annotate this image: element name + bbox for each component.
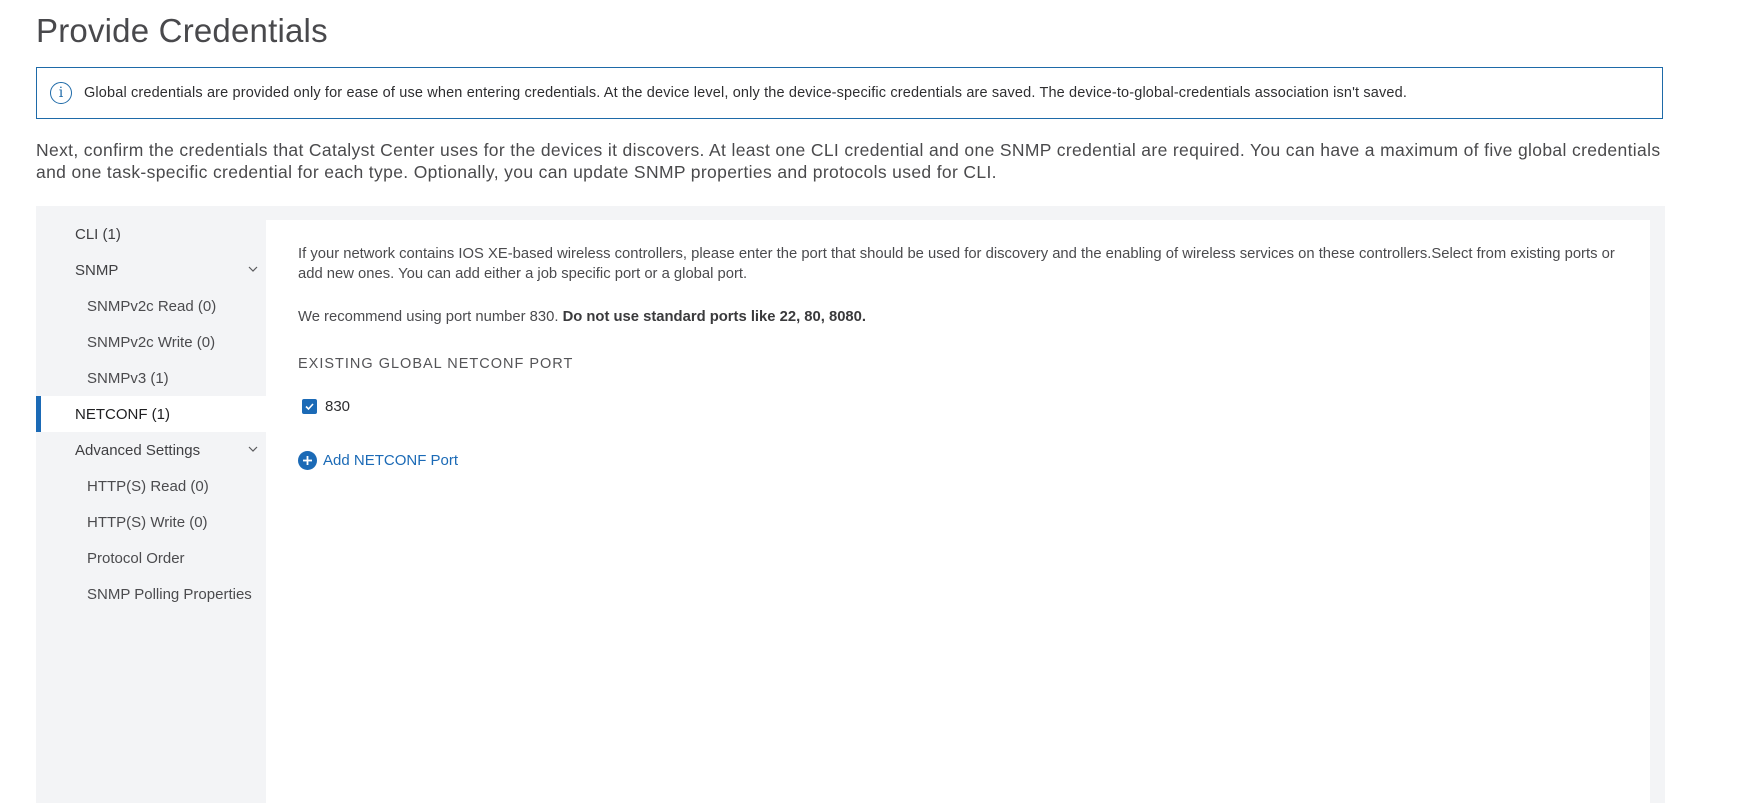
info-banner-text: Global credentials are provided only for… bbox=[84, 85, 1408, 101]
sidebar-item-label: SNMPv2c Read (0) bbox=[87, 297, 217, 315]
sidebar-item-label: Protocol Order bbox=[87, 549, 185, 567]
plus-icon bbox=[303, 456, 312, 465]
info-icon: i bbox=[50, 82, 72, 104]
sidebar-item-netconf[interactable]: NETCONF (1) bbox=[36, 396, 266, 432]
sidebar-nav: CLI (1) SNMP SNMPv2c Read (0) SNMPv2c Wr… bbox=[36, 216, 266, 612]
sidebar-item-label: SNMP bbox=[75, 261, 119, 279]
sidebar-item-label: NETCONF (1) bbox=[75, 405, 170, 423]
section-heading: EXISTING GLOBAL NETCONF PORT bbox=[298, 356, 574, 372]
sidebar-item-label: CLI (1) bbox=[75, 225, 121, 243]
check-icon bbox=[305, 403, 314, 411]
sidebar-item-cli[interactable]: CLI (1) bbox=[36, 216, 266, 252]
credentials-panel: CLI (1) SNMP SNMPv2c Read (0) SNMPv2c Wr… bbox=[36, 206, 1665, 803]
sidebar-item-label: SNMPv2c Write (0) bbox=[87, 333, 216, 351]
port-label: 830 bbox=[325, 398, 351, 415]
page-title: Provide Credentials bbox=[36, 12, 328, 49]
sidebar-item-snmp[interactable]: SNMP bbox=[36, 252, 266, 288]
sidebar-item-snmp-polling-properties[interactable]: SNMP Polling Properties bbox=[36, 576, 266, 612]
chevron-down-icon[interactable] bbox=[248, 264, 258, 274]
sidebar-item-protocol-order[interactable]: Protocol Order bbox=[36, 540, 266, 576]
plus-circle-icon bbox=[298, 451, 317, 470]
intro-text: Next, confirm the credentials that Catal… bbox=[36, 140, 1661, 182]
sidebar-item-label: HTTP(S) Write (0) bbox=[87, 513, 208, 531]
sidebar-item-label: Advanced Settings bbox=[75, 441, 201, 459]
sidebar-item-label: HTTP(S) Read (0) bbox=[87, 477, 209, 495]
netconf-description: If your network contains IOS XE-based wi… bbox=[298, 246, 1615, 282]
sidebar-item-label: SNMP Polling Properties bbox=[87, 585, 252, 603]
recommendation-text: We recommend using port number 830. bbox=[298, 309, 563, 325]
sidebar-item-snmpv2c-write[interactable]: SNMPv2c Write (0) bbox=[36, 324, 266, 360]
sidebar-item-https-write[interactable]: HTTP(S) Write (0) bbox=[36, 504, 266, 540]
chevron-down-icon[interactable] bbox=[248, 444, 258, 454]
add-netconf-port-label: Add NETCONF Port bbox=[323, 452, 459, 469]
info-banner: i Global credentials are provided only f… bbox=[36, 67, 1663, 119]
netconf-content: If your network contains IOS XE-based wi… bbox=[266, 220, 1650, 803]
add-netconf-port-button[interactable]: Add NETCONF Port bbox=[298, 451, 458, 470]
page: Provide Credentials i Global credentials… bbox=[0, 0, 1742, 803]
sidebar-item-advanced-settings[interactable]: Advanced Settings bbox=[36, 432, 266, 468]
port-checkbox[interactable] bbox=[302, 399, 317, 414]
sidebar-item-label: SNMPv3 (1) bbox=[87, 369, 169, 387]
port-row: 830 bbox=[302, 398, 350, 415]
sidebar-item-snmpv3[interactable]: SNMPv3 (1) bbox=[36, 360, 266, 396]
recommendation-warning: Do not use standard ports like 22, 80, 8… bbox=[562, 309, 867, 325]
sidebar-item-snmpv2c-read[interactable]: SNMPv2c Read (0) bbox=[36, 288, 266, 324]
sidebar-item-https-read[interactable]: HTTP(S) Read (0) bbox=[36, 468, 266, 504]
port-recommendation: We recommend using port number 830. Do n… bbox=[298, 309, 866, 325]
